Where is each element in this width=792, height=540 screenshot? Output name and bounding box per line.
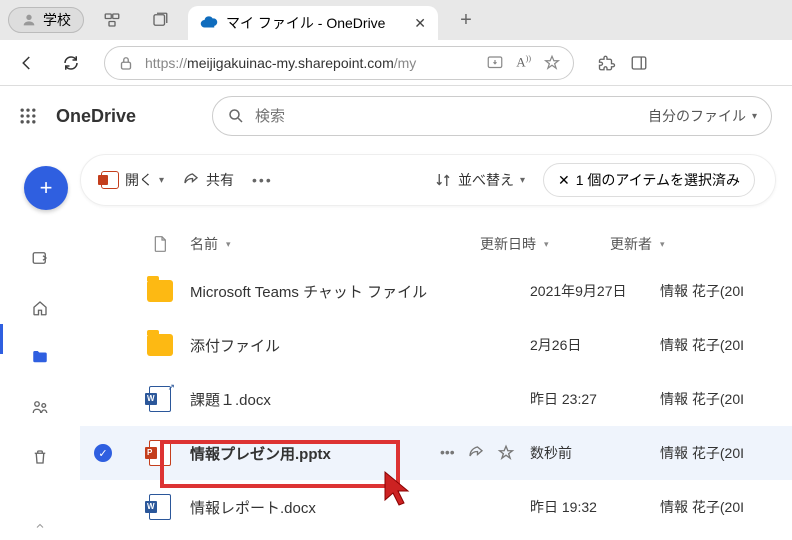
search-box[interactable]: 自分のファイル ▾ — [212, 96, 772, 136]
onedrive-icon — [200, 14, 218, 32]
app-launcher-icon[interactable] — [16, 104, 40, 128]
command-bar: 開く ▾ 共有 ••• 並べ替え ▾ ✕ 1 個のアイテムを選択済み — [80, 154, 776, 206]
file-modifier: 情報 花子(20I — [660, 335, 744, 355]
date-header-label: 更新日時 — [480, 234, 536, 254]
sort-icon — [434, 171, 452, 189]
powerpoint-icon: P — [149, 440, 171, 466]
word-icon: W↗ — [149, 386, 171, 412]
powerpoint-icon — [101, 171, 119, 189]
app-install-icon[interactable] — [486, 54, 504, 72]
app-brand[interactable]: OneDrive — [56, 106, 136, 127]
new-button[interactable]: + — [24, 166, 68, 210]
file-date: 2月26日 — [530, 335, 581, 355]
addr-right-icons: A)) — [486, 54, 561, 72]
nav-expand-icon[interactable] — [26, 512, 54, 540]
name-column-header[interactable]: 名前 ▾ — [190, 234, 480, 254]
profile-label: 学校 — [43, 10, 71, 30]
folder-icon — [147, 334, 173, 356]
file-row[interactable]: W↗ 課題１.docx 昨日 23:27 情報 花子(20I — [80, 372, 792, 426]
chevron-down-icon: ▾ — [752, 111, 757, 122]
workspaces-icon[interactable] — [92, 0, 132, 40]
file-row[interactable]: 添付ファイル 2月26日 情報 花子(20I — [80, 318, 792, 372]
file-name[interactable]: 課題１.docx — [190, 389, 271, 410]
file-row[interactable]: Microsoft Teams チャット ファイル 2021年9月27日 情報 花子… — [80, 264, 792, 318]
address-bar[interactable]: https://meijigakuinac-my.sharepoint.com/… — [104, 46, 574, 80]
chevron-down-icon: ▾ — [660, 239, 665, 250]
share-button[interactable]: 共有 — [182, 170, 234, 190]
file-name[interactable]: 添付ファイル — [190, 335, 280, 356]
sort-label: 並べ替え — [458, 170, 514, 190]
file-row[interactable]: ✓ P 情報プレゼン用.pptx ••• 数秒前 情報 花子(20I — [80, 426, 792, 480]
sidebar-toggle-icon[interactable] — [630, 54, 648, 72]
collections-icon[interactable] — [140, 0, 180, 40]
folder-icon — [147, 280, 173, 302]
refresh-button[interactable] — [56, 48, 86, 78]
file-name[interactable]: 情報プレゼン用.pptx — [190, 443, 331, 464]
search-filter[interactable]: 自分のファイル ▾ — [638, 106, 757, 126]
tab-title: マイ ファイル - OneDrive — [226, 13, 385, 33]
browser-tab[interactable]: マイ ファイル - OneDrive ✕ — [188, 6, 438, 40]
file-date: 2021年9月27日 — [530, 281, 627, 301]
date-column-header[interactable]: 更新日時 ▾ — [480, 234, 610, 254]
nav-home-icon[interactable] — [26, 294, 54, 322]
side-nav — [0, 224, 80, 540]
file-name[interactable]: 情報レポート.docx — [190, 497, 316, 518]
share-icon — [182, 171, 200, 189]
tab-close-icon[interactable]: ✕ — [414, 15, 426, 32]
chevron-down-icon: ▾ — [159, 175, 164, 186]
user-icon — [21, 12, 37, 28]
more-button[interactable]: ••• — [252, 172, 273, 188]
file-date: 数秒前 — [530, 443, 572, 463]
shortcut-badge-icon: ↗ — [167, 382, 175, 393]
favorite-icon[interactable] — [543, 54, 561, 72]
open-button[interactable]: 開く ▾ — [101, 170, 164, 190]
file-type-header-icon[interactable] — [130, 234, 190, 254]
file-list: 名前 ▾ 更新日時 ▾ 更新者 ▾ Microsoft Teams チャット フ… — [80, 224, 792, 540]
row-more-icon[interactable]: ••• — [440, 444, 455, 462]
back-button[interactable] — [12, 48, 42, 78]
search-filter-label: 自分のファイル — [648, 106, 746, 126]
url-text: https://meijigakuinac-my.sharepoint.com/… — [145, 55, 416, 71]
app-header: OneDrive 自分のファイル ▾ — [0, 86, 792, 146]
search-input[interactable] — [255, 108, 638, 125]
selection-label: 1 個のアイテムを選択済み — [576, 170, 740, 190]
file-modifier: 情報 花子(20I — [660, 497, 744, 517]
row-share-icon[interactable] — [467, 444, 485, 462]
chevron-down-icon: ▾ — [520, 175, 525, 186]
file-modifier: 情報 花子(20I — [660, 281, 744, 301]
nav-goto-icon[interactable] — [26, 244, 54, 272]
nav-myfiles-icon[interactable] — [26, 343, 54, 371]
share-label: 共有 — [206, 170, 234, 190]
reader-icon[interactable]: A)) — [516, 54, 531, 72]
word-icon: W — [149, 494, 171, 520]
sort-button[interactable]: 並べ替え ▾ — [434, 170, 525, 190]
file-name[interactable]: Microsoft Teams チャット ファイル — [190, 281, 427, 302]
search-icon — [227, 107, 245, 125]
modifier-header-label: 更新者 — [610, 234, 652, 254]
open-label: 開く — [125, 170, 153, 190]
browser-tab-strip: 学校 マイ ファイル - OneDrive ✕ + — [0, 0, 792, 40]
file-modifier: 情報 花子(20I — [660, 443, 744, 463]
name-header-label: 名前 — [190, 234, 218, 254]
column-headers: 名前 ▾ 更新日時 ▾ 更新者 ▾ — [80, 224, 792, 264]
file-row[interactable]: W 情報レポート.docx 昨日 19:32 情報 花子(20I — [80, 480, 792, 534]
file-date: 昨日 23:27 — [530, 389, 597, 409]
file-date: 昨日 19:32 — [530, 497, 597, 517]
modifier-column-header[interactable]: 更新者 ▾ — [610, 234, 792, 254]
selection-pill[interactable]: ✕ 1 個のアイテムを選択済み — [543, 163, 755, 197]
file-modifier: 情報 花子(20I — [660, 389, 744, 409]
nav-recycle-icon[interactable] — [26, 443, 54, 471]
chevron-down-icon: ▾ — [544, 239, 549, 250]
chevron-down-icon: ▾ — [226, 239, 231, 250]
lock-icon — [117, 54, 135, 72]
profile-pill[interactable]: 学校 — [8, 7, 84, 33]
extensions-icon[interactable] — [598, 54, 616, 72]
row-favorite-icon[interactable] — [497, 444, 515, 462]
browser-toolbar: https://meijigakuinac-my.sharepoint.com/… — [0, 40, 792, 86]
row-checkbox[interactable]: ✓ — [94, 444, 112, 462]
clear-selection-icon[interactable]: ✕ — [558, 172, 570, 189]
new-tab-button[interactable]: + — [446, 0, 486, 40]
nav-shared-icon[interactable] — [26, 393, 54, 421]
